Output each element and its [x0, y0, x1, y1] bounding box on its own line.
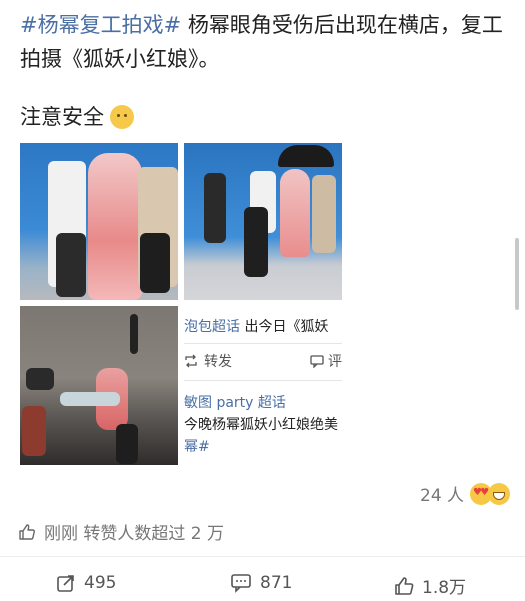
photo-figure — [26, 368, 54, 390]
photo-figure — [244, 207, 268, 277]
reaction-summary[interactable]: 24 人 — [420, 481, 511, 506]
repost-milestone-note: 刚刚 转赞人数超过 2 万 — [18, 519, 224, 544]
likes-count: 24 人 — [420, 486, 465, 506]
shrug-emoji-icon — [110, 105, 134, 129]
umbrella — [278, 145, 334, 167]
repost-button[interactable]: 495 — [56, 573, 116, 593]
note-text: 注意安全 — [20, 105, 104, 129]
comment-icon — [231, 574, 251, 593]
comment-button[interactable]: 871 — [230, 573, 292, 593]
photo-2[interactable] — [184, 143, 342, 300]
photo-figure — [88, 153, 142, 300]
photo-figure — [116, 424, 138, 464]
repost-icon — [185, 354, 197, 368]
repost-note-text: 刚刚 转赞人数超过 2 万 — [44, 524, 225, 544]
card-line-4-link[interactable]: 幂# — [184, 436, 210, 456]
repost-icon — [57, 575, 74, 592]
photo-figure — [204, 173, 226, 243]
comment-icon — [310, 355, 324, 368]
grin-emoji-icon — [488, 482, 511, 505]
repost-card-preview[interactable]: 泡包超话 出今日《狐妖 转发 评 敏图 party 超话 今晚杨幂狐妖小红娘绝美… — [184, 306, 342, 465]
comment-count: 871 — [260, 573, 293, 593]
actions-divider — [0, 556, 525, 557]
scrollbar[interactable] — [515, 238, 519, 310]
photo-figure — [22, 406, 46, 456]
card-line-3: 今晚杨幂狐妖小红娘绝美 — [184, 417, 338, 433]
card-repost-action[interactable]: 转发 — [184, 351, 232, 371]
post-note: 注意安全 — [20, 100, 134, 134]
topic-hashtag-link[interactable]: #杨幂复工拍戏# — [20, 13, 181, 37]
photo-figure — [60, 392, 120, 406]
card-line-1: 泡包超话 出今日《狐妖 — [184, 316, 328, 336]
card-divider — [184, 343, 342, 344]
card-line-2-link[interactable]: 敏图 party 超话 — [184, 392, 286, 412]
card-topic-link[interactable]: 泡包超话 — [184, 319, 240, 335]
photo-figure — [312, 175, 336, 253]
card-comment-action[interactable]: 评 — [310, 351, 342, 371]
like-count: 1.8万 — [422, 578, 467, 598]
photo-figure — [56, 233, 86, 297]
post-text: #杨幂复工拍戏# 杨幂眼角受伤后出现在横店，复工拍摄《狐妖小红娘》。 — [20, 8, 510, 76]
photo-figure — [280, 169, 310, 257]
repost-count: 495 — [84, 573, 117, 593]
photo-3[interactable] — [20, 306, 178, 465]
like-icon — [395, 576, 414, 595]
card-comment-label: 评 — [328, 354, 342, 370]
photo-figure — [140, 233, 170, 293]
card-repost-label: 转发 — [204, 354, 232, 370]
like-button[interactable]: 1.8万 — [394, 573, 466, 598]
photo-figure — [130, 314, 138, 354]
card-divider — [184, 380, 342, 381]
photo-1[interactable] — [20, 143, 178, 300]
thumbs-up-icon — [19, 523, 35, 540]
card-line-1-text: 出今日《狐妖 — [240, 319, 329, 335]
